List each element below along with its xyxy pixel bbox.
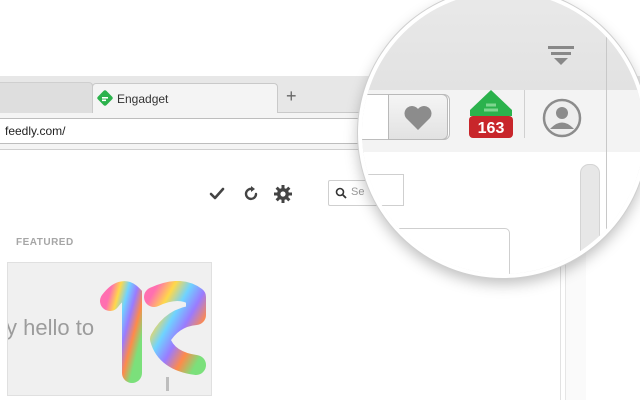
address-text: feedly.com/ (5, 124, 66, 138)
bookmark-button[interactable] (388, 94, 448, 140)
profile-button[interactable] (542, 98, 582, 138)
zoomed-scrollbar-thumb[interactable] (580, 164, 600, 266)
lollipop-image (100, 281, 206, 391)
unread-count-badge: 163 (478, 120, 505, 137)
zoomed-page-edge (606, 0, 607, 274)
refresh-icon[interactable] (242, 185, 260, 203)
feedly-extension-button[interactable]: 163 (466, 88, 516, 142)
zoomed-tab-bar (362, 0, 640, 91)
zoomed-search-input[interactable] (362, 174, 404, 206)
tab-engadget[interactable]: Engadget (92, 83, 278, 114)
avatar-icon (542, 98, 582, 138)
featured-card-text: y hello to (7, 315, 95, 340)
new-tab-button[interactable]: + (286, 86, 297, 106)
toolbar-divider (524, 90, 525, 138)
check-icon[interactable] (208, 185, 226, 203)
section-heading-featured: FEATURED (16, 237, 74, 248)
tab-label: Engadget (117, 92, 169, 106)
zoomed-card (362, 228, 510, 274)
featured-card[interactable]: y hello to (7, 262, 212, 396)
tab-previous[interactable] (0, 82, 93, 114)
gear-icon[interactable] (273, 184, 293, 204)
feedly-icon (97, 90, 113, 106)
magnifier-lens: 163 (358, 0, 640, 278)
heart-icon (404, 106, 432, 130)
search-icon (335, 187, 347, 199)
feedly-icon: 163 (469, 90, 513, 138)
address-bar[interactable]: feedly.com/ (0, 118, 360, 144)
menu-icon[interactable] (548, 46, 576, 70)
